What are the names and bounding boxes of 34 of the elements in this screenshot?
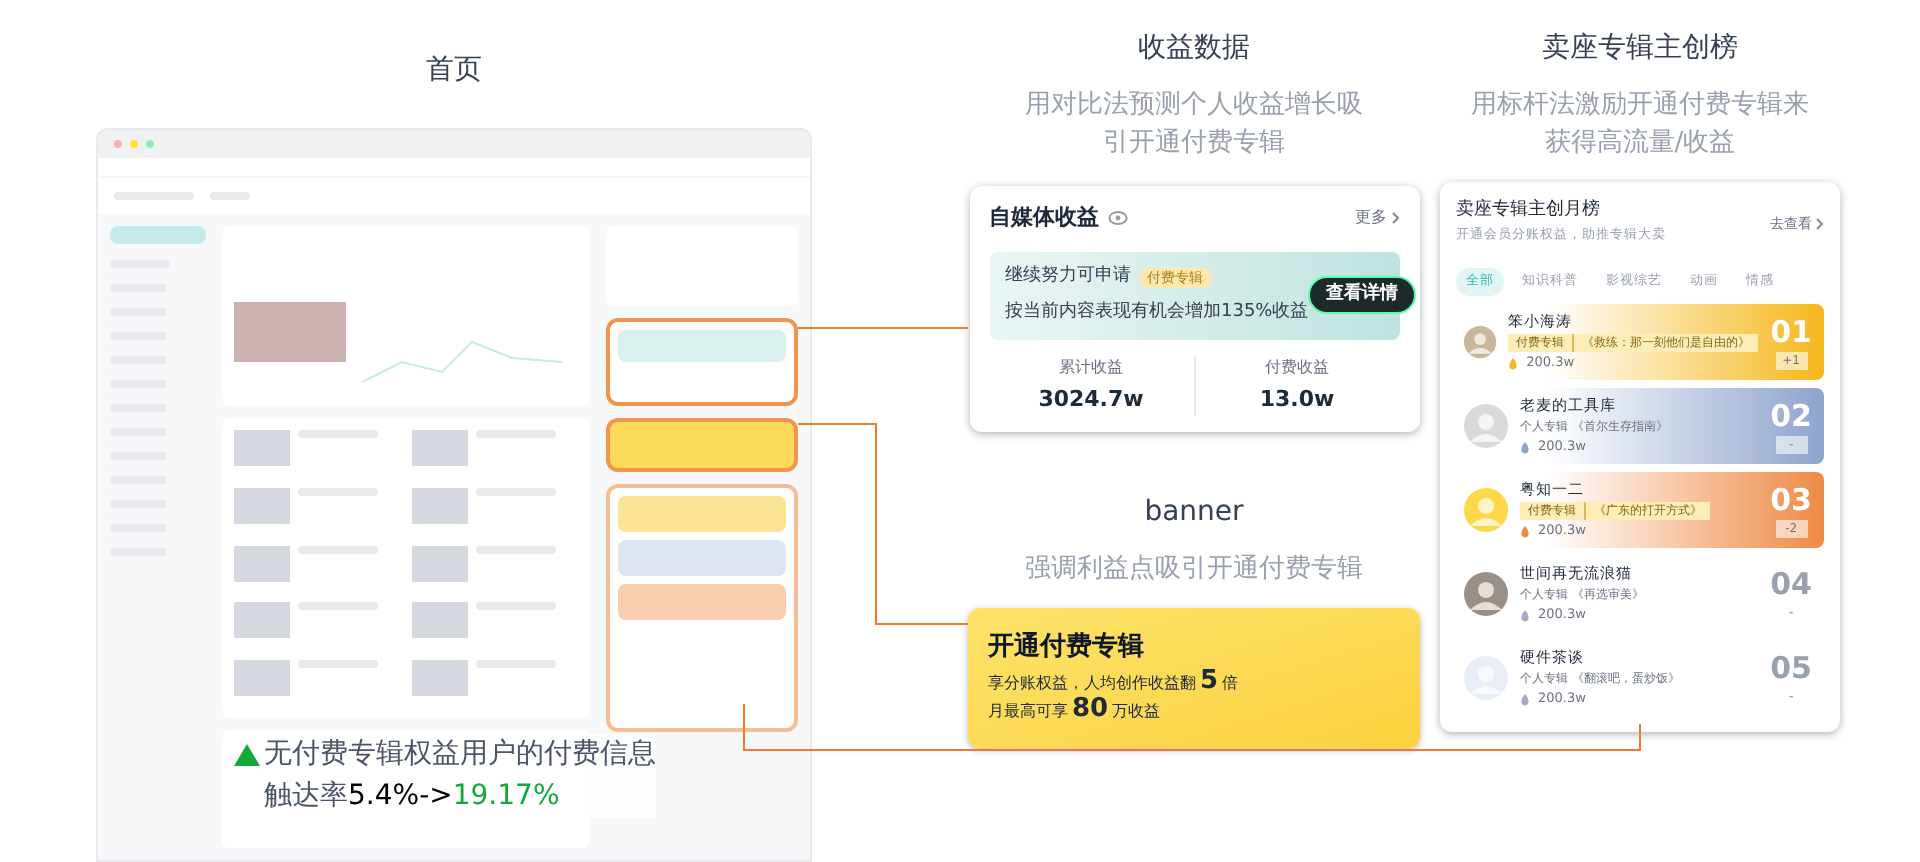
stat-value: 13.0w	[1259, 383, 1335, 415]
stat-label: 累计收益	[1059, 355, 1123, 379]
section-title: 卖座专辑主创榜	[1542, 30, 1738, 68]
section-subtitle: 强调利益点吸引开通付费专辑	[1025, 552, 1363, 588]
rank-number: 02	[1770, 399, 1812, 431]
card-title: 卖座专辑主创月榜	[1456, 198, 1602, 224]
eye-icon	[1107, 210, 1127, 227]
avatar-icon	[1464, 320, 1497, 364]
promo-text: 按当前内容表现有机会增加135%收益	[1005, 299, 1309, 325]
section-title: 首页	[426, 52, 482, 90]
avatar-icon	[1464, 572, 1508, 616]
avatar-icon	[1464, 488, 1508, 532]
more-link[interactable]: 更多	[1355, 206, 1399, 231]
card-title: 自媒体收益	[989, 202, 1099, 234]
section-title: banner	[1144, 494, 1244, 532]
banner-title: 开通付费专辑	[988, 630, 1146, 666]
avatar-icon	[1464, 404, 1508, 448]
stat-label: 付费收益	[1265, 355, 1329, 379]
rank-number: 01	[1770, 315, 1812, 347]
up-triangle-icon	[234, 744, 260, 766]
note-text: 无付费专辑权益用户的付费信息	[264, 734, 656, 776]
stat-value: 3024.7w	[1038, 383, 1144, 415]
rank-number: 04	[1770, 567, 1812, 599]
rank-number: 05	[1770, 651, 1812, 683]
reach-rate-text: 触达率5.4%->19.17%	[264, 776, 656, 818]
section-subtitle: 用标杆法激励开通付费专辑来 获得高流量/收益	[1471, 88, 1809, 162]
section-subtitle: 用对比法预测个人收益增长吸 引开通付费专辑	[1025, 88, 1363, 162]
chevron-right-icon	[1816, 218, 1824, 231]
chevron-right-icon	[1391, 212, 1399, 225]
details-button[interactable]: 查看详情	[1308, 275, 1417, 315]
banner-text: 月最高可享80万收益	[988, 695, 1163, 723]
rank-number: 03	[1770, 483, 1812, 515]
section-title: 收益数据	[1138, 30, 1250, 68]
promo-text: 继续努力可申请	[1005, 264, 1131, 290]
